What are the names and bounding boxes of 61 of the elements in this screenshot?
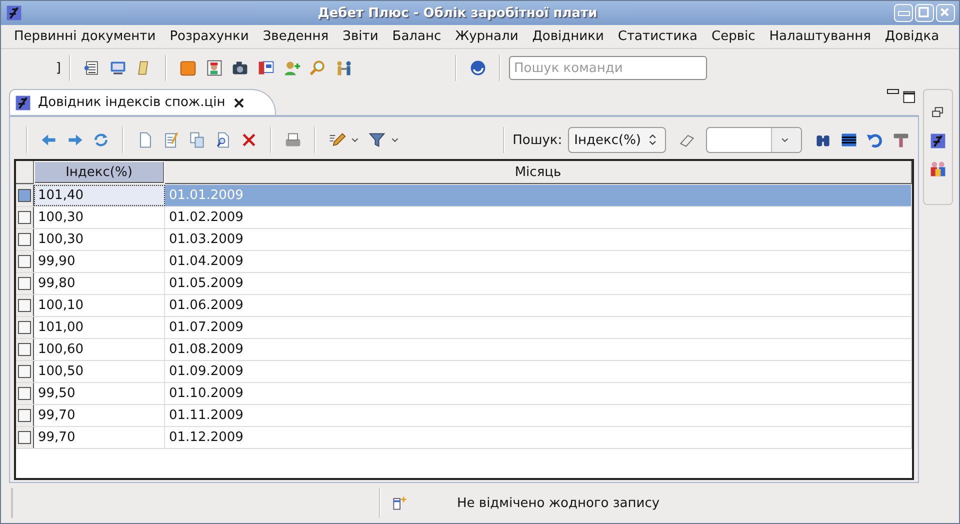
square-icon: [179, 59, 197, 77]
people-icon: [335, 59, 353, 77]
magnifier-icon: [309, 59, 327, 77]
menu-item[interactable]: Зведення: [256, 29, 336, 44]
minimize-view-icon: [887, 89, 899, 94]
status-message: Не відмічено жодного запису: [457, 496, 660, 510]
row-checkbox[interactable]: [18, 431, 31, 444]
row-checkbox[interactable]: [18, 189, 31, 202]
menu-item[interactable]: Баланс: [385, 29, 448, 44]
lines-icon: [840, 131, 858, 149]
list-icon: [83, 59, 101, 77]
command-search-field[interactable]: Пошук команди: [509, 56, 707, 80]
search-combo[interactable]: [706, 127, 802, 153]
row-checkbox[interactable]: [18, 211, 31, 224]
window-title: Дебет Плюс - Облік заробітної плати: [316, 6, 598, 20]
menu-item[interactable]: Налаштування: [762, 29, 878, 44]
search-label: Пошук:: [512, 132, 562, 148]
row-checkbox[interactable]: [18, 343, 31, 356]
delete-icon: [240, 131, 258, 149]
menu-item[interactable]: Первинні документи: [7, 29, 163, 44]
app-logo-icon: [5, 4, 23, 22]
menu-item[interactable]: Довідка: [878, 29, 946, 44]
table-cell: 01.01.2009: [165, 185, 912, 206]
camera-icon: [231, 59, 249, 77]
menu-item[interactable]: Розрахунки: [162, 29, 256, 44]
edit-icon: [162, 131, 180, 149]
app-icon: [14, 94, 32, 112]
filter-icon: [368, 131, 386, 149]
row-checkbox[interactable]: [18, 409, 31, 422]
preview-icon: [214, 131, 232, 149]
print-icon: [284, 131, 302, 149]
monitor-icon: [109, 59, 127, 77]
row-checkbox[interactable]: [18, 299, 31, 312]
row-checkbox[interactable]: [18, 365, 31, 378]
row-checkbox[interactable]: [18, 233, 31, 246]
search-field-select[interactable]: Індекс(%): [568, 127, 666, 153]
menu-item[interactable]: Статистика: [610, 29, 705, 44]
app-icon: [929, 132, 947, 150]
row-checkbox[interactable]: [18, 321, 31, 334]
marker-icon: [328, 131, 346, 149]
portrait-icon: [205, 59, 223, 77]
undo-icon: [866, 131, 884, 149]
row-checkbox[interactable]: [18, 387, 31, 400]
refresh-icon: [92, 131, 110, 149]
menu-item[interactable]: Звіти: [336, 29, 386, 44]
menu-item[interactable]: Довідники: [525, 29, 611, 44]
view-tab[interactable]: Довідник індексів спож.цін: [9, 89, 276, 115]
row-checkbox[interactable]: [18, 277, 31, 290]
minimize-icon: [898, 10, 910, 16]
table-cell: 101,40: [34, 185, 165, 206]
column-header[interactable]: Індекс(%): [35, 162, 164, 183]
toolbar-fragment: ]: [54, 60, 61, 76]
menu-item[interactable]: Журнали: [448, 29, 526, 44]
record-icon: [391, 494, 409, 512]
people-icon: [929, 160, 947, 178]
calendar-icon: [257, 59, 275, 77]
menu-item[interactable]: Сервіс: [704, 29, 762, 44]
row-checkbox[interactable]: [18, 255, 31, 268]
person-add-icon: [283, 59, 301, 77]
copy-icon: [188, 131, 206, 149]
column-header[interactable]: Місяць: [165, 161, 912, 184]
